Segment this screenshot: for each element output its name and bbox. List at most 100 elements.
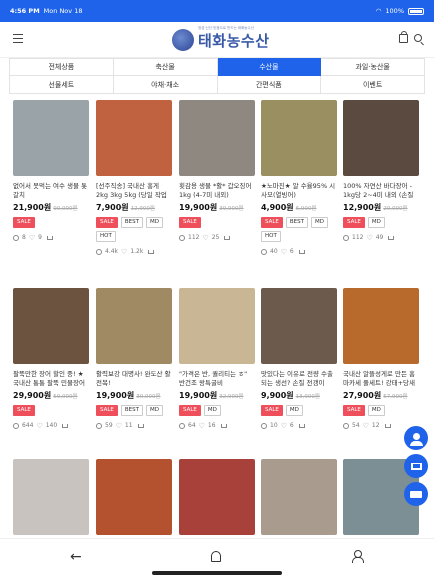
product-price: 4,900원 6,900원 (261, 202, 337, 213)
category-tab[interactable]: 수산물 (217, 58, 322, 76)
product-image[interactable] (343, 100, 419, 176)
cart-fab[interactable] (404, 454, 428, 478)
product-price: 29,900원 59,000원 (13, 390, 89, 401)
truck-icon (410, 490, 422, 498)
heart-icon[interactable]: ♡ (116, 422, 122, 429)
product-image[interactable] (179, 288, 255, 364)
heart-icon[interactable]: ♡ (281, 422, 287, 429)
product-name[interactable]: 100% 자연산 바다장어 - 1kg당 2~4미 내외 (손질 후 700g … (343, 182, 419, 200)
delivery-fab[interactable] (404, 482, 428, 506)
product-name[interactable]: 팔뚝만한 장어 할인 중! ★국내산 통통 팔뚝 민물장어 - 자포니카 장어 (13, 370, 89, 388)
category-tab[interactable]: 축산물 (113, 58, 218, 76)
category-tab[interactable]: 선물세트 (9, 76, 114, 94)
product-card[interactable]: 국내산 알뜰성게로 만든 홈마카세 풀세트! 강태+당새우 세트27,900원5… (343, 288, 419, 429)
product-card[interactable]: ★노마진★ 알 수율95% 시사모(열빙어) 4,900원 6,900원 SALE BE… (261, 100, 337, 255)
comment-icon (179, 234, 185, 241)
product-card[interactable] (96, 459, 172, 535)
badge-group: SALE MD (343, 405, 419, 416)
heart-icon[interactable]: ♡ (36, 422, 42, 429)
product-name[interactable]: 없어서 못먹는 여수 생물 톳 갈치 (13, 182, 89, 200)
product-badge: HOT (261, 231, 281, 242)
home-indicator (152, 571, 282, 575)
add-cart-icon[interactable] (384, 423, 391, 428)
product-name[interactable]: ★노마진★ 알 수율95% 시사모(열빙어) (261, 182, 337, 200)
product-card[interactable] (179, 459, 255, 535)
product-image[interactable] (179, 100, 255, 176)
add-cart-icon[interactable] (224, 235, 231, 240)
add-cart-icon[interactable] (62, 423, 69, 428)
add-cart-icon[interactable] (46, 235, 53, 240)
back-arrow-icon[interactable]: ← (70, 549, 82, 565)
product-badge: BEST (120, 405, 144, 416)
search-icon[interactable] (414, 34, 422, 42)
comment-count: 54 (352, 422, 360, 429)
product-card[interactable]: [선주직송] 국내산 홍게 2kg 3kg 5kg (당일 작업 발송) 7,90… (96, 100, 172, 255)
product-name[interactable]: 국내산 알뜰성게로 만든 홈마카세 풀세트! 강태+당새우 세트 (343, 370, 419, 388)
product-image[interactable] (96, 288, 172, 364)
product-card[interactable]: 100% 자연산 바다장어 - 1kg당 2~4미 내외 (손질 후 700g … (343, 100, 419, 241)
heart-icon[interactable]: ♡ (366, 234, 372, 241)
product-card[interactable]: 팔뚝만한 장어 할인 중! ★국내산 통통 팔뚝 민물장어 - 자포니카 장어 2… (13, 288, 89, 429)
product-image[interactable] (261, 459, 337, 535)
product-card[interactable]: "가격은 반, 퀄리티는 ㅎ" 반건조 왕특굴비 19,900원 32,900원 SA… (179, 288, 255, 429)
comment-icon (13, 422, 19, 429)
category-tab[interactable]: 과일·농산물 (321, 58, 425, 76)
person-icon[interactable] (352, 550, 364, 563)
product-name[interactable]: "가격은 반, 퀄리티는 ㅎ" 반건조 왕특굴비 (179, 370, 255, 388)
product-card[interactable] (13, 459, 89, 535)
add-cart-icon[interactable] (298, 423, 305, 428)
heart-icon[interactable]: ♡ (29, 234, 35, 241)
product-stats: 644 ♡ 140 (13, 422, 89, 429)
add-cart-icon[interactable] (298, 249, 305, 254)
product-price: 7,900원 12,900원 (96, 202, 172, 213)
product-name[interactable]: 횟감용 생물 *활* 갑오징어 1kg (4-7미 내외) (179, 182, 255, 200)
like-count: 6 (289, 422, 294, 429)
product-name[interactable]: [선주직송] 국내산 홍게 2kg 3kg 5kg (당일 작업 발송) (96, 182, 172, 200)
product-image[interactable] (13, 459, 89, 535)
product-card[interactable] (261, 459, 337, 535)
product-card[interactable]: 횟감용 생물 *활* 갑오징어 1kg (4-7미 내외) 19,900원 39,9… (179, 100, 255, 241)
status-time: 4:56 PM (10, 7, 40, 15)
heart-icon[interactable]: ♡ (121, 248, 127, 255)
product-badge: SALE (96, 405, 118, 416)
product-name[interactable]: 맛있다는 이유로 전량 수출되는 생선? 손질 전갱이 (261, 370, 337, 388)
sale-price: 29,900원 (13, 391, 52, 400)
comment-icon (96, 248, 102, 255)
category-tab[interactable]: 야채·채소 (113, 76, 218, 94)
product-price: 21,900원 00,000원 (13, 202, 89, 213)
heart-icon[interactable]: ♡ (281, 248, 287, 255)
product-image[interactable] (261, 288, 337, 364)
category-tab[interactable]: 전체상품 (9, 58, 114, 76)
product-name[interactable]: 활력보강 대명사! 완도산 활 전복! (96, 370, 172, 388)
product-card[interactable]: 없어서 못먹는 여수 생물 톳 갈치 21,900원 00,000원 SALE 8 ♡ 9 (13, 100, 89, 241)
bell-icon[interactable] (211, 551, 221, 562)
sale-price: 19,900원 (96, 391, 135, 400)
product-image[interactable] (13, 100, 89, 176)
product-image[interactable] (343, 288, 419, 364)
product-image[interactable] (96, 459, 172, 535)
category-tab[interactable]: 이벤트 (321, 76, 425, 94)
add-cart-icon[interactable] (148, 249, 155, 254)
add-cart-icon[interactable] (220, 423, 227, 428)
logo-emblem-icon (172, 29, 194, 51)
heart-icon[interactable]: ♡ (363, 422, 369, 429)
menu-icon[interactable] (13, 34, 23, 43)
product-image[interactable] (179, 459, 255, 535)
add-cart-icon[interactable] (388, 235, 395, 240)
product-card[interactable]: 맛있다는 이유로 전량 수출되는 생선? 손질 전갱이 9,900원 13,900원… (261, 288, 337, 429)
category-row-1: 전체상품 축산물 수산물 과일·농산물 (9, 58, 425, 76)
original-price: 00,000원 (53, 206, 78, 212)
product-image[interactable] (96, 100, 172, 176)
account-fab[interactable] (404, 426, 428, 450)
product-card[interactable]: 활력보강 대명사! 완도산 활 전복! 19,900원 30,000원 SALE BES… (96, 288, 172, 429)
heart-icon[interactable]: ♡ (199, 422, 205, 429)
product-stats: 64 ♡ 16 (179, 422, 255, 429)
shopping-bag-icon[interactable] (399, 31, 408, 43)
brand-logo[interactable]: 정성·신선·믿음으로 만드는 태화농수산 태화농수산 (172, 26, 270, 54)
add-cart-icon[interactable] (137, 423, 144, 428)
category-tab[interactable]: 간편식품 (217, 76, 322, 94)
original-price: 32,900원 (219, 394, 244, 400)
product-image[interactable] (13, 288, 89, 364)
product-image[interactable] (261, 100, 337, 176)
heart-icon[interactable]: ♡ (202, 234, 208, 241)
